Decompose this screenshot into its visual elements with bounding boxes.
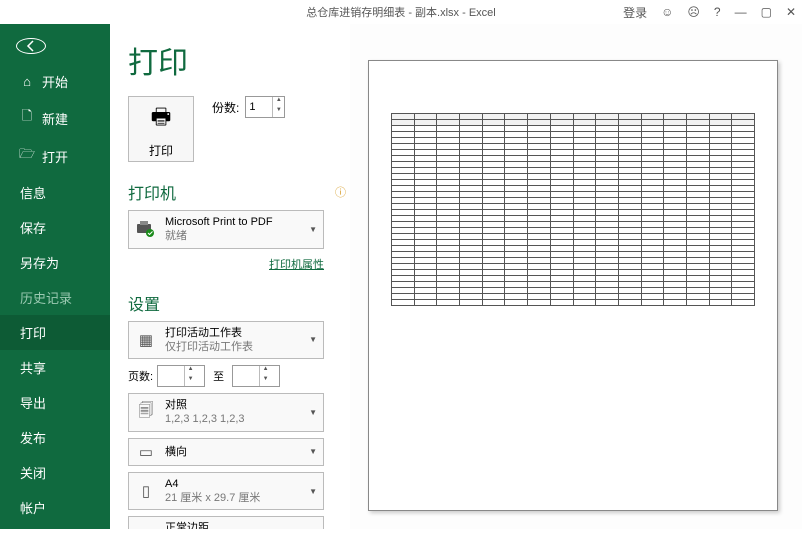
file-icon: 🗋	[20, 107, 34, 129]
pages-label: 页数:	[128, 368, 153, 384]
login-link[interactable]: 登录	[623, 4, 647, 21]
chevron-down-icon: ▼	[309, 335, 317, 344]
minimize-icon[interactable]: —	[735, 5, 747, 19]
printer-properties-link[interactable]: 打印机属性	[269, 259, 324, 271]
setting-paper[interactable]: ▯ A421 厘米 x 29.7 厘米 ▼	[128, 472, 324, 511]
sidebar-item-feedback[interactable]: 反馈	[0, 525, 110, 560]
copies-input[interactable]	[246, 97, 272, 117]
spin-down-icon[interactable]: ▼	[273, 107, 284, 117]
section-settings: 设置	[128, 291, 346, 315]
back-button[interactable]	[16, 38, 46, 54]
sidebar-item-account[interactable]: 帐户	[0, 490, 110, 525]
help-icon[interactable]: ?	[714, 5, 721, 19]
folder-open-icon: 🗁	[20, 145, 34, 167]
printer-dropdown[interactable]: Microsoft Print to PDF 就绪 ▼	[128, 210, 324, 249]
sidebar-item-new[interactable]: 🗋新建	[0, 99, 110, 137]
sheet-icon: ▦	[135, 331, 157, 349]
chevron-down-icon: ▼	[309, 447, 317, 456]
setting-collate[interactable]: 🗐 对照1,2,3 1,2,3 1,2,3 ▼	[128, 393, 324, 432]
copies-stepper[interactable]: ▲▼	[245, 96, 285, 118]
close-icon[interactable]: ✕	[786, 5, 796, 19]
sidebar-item-info[interactable]: 信息	[0, 175, 110, 210]
chevron-down-icon: ▼	[309, 408, 317, 417]
sidebar-item-open[interactable]: 🗁打开	[0, 137, 110, 175]
preview-table	[391, 113, 755, 306]
home-icon: ⌂	[20, 74, 34, 89]
sidebar-item-history[interactable]: 历史记录	[0, 280, 110, 315]
titlebar-controls: 登录 ☺ ☹ ? — ▢ ✕	[623, 4, 796, 21]
chevron-down-icon: ▼	[309, 225, 317, 234]
pages-to-label: 至	[209, 368, 228, 384]
face-smile-icon[interactable]: ☺	[661, 5, 673, 19]
print-settings-pane: 打印 🖶 打印 份数: ▲▼ 打印机 ⓘ	[110, 24, 350, 529]
sidebar-item-close[interactable]: 关闭	[0, 455, 110, 490]
sidebar-item-saveas[interactable]: 另存为	[0, 245, 110, 280]
collate-icon: 🗐	[135, 400, 157, 425]
preview-page	[368, 60, 778, 511]
page-icon: ▯	[135, 482, 157, 500]
setting-margins[interactable]: ⊞ 正常边距上: 1.91 厘米 下: 1.91 厘... ▼	[128, 516, 324, 529]
sidebar-item-export[interactable]: 导出	[0, 385, 110, 420]
print-preview	[350, 24, 802, 529]
chevron-down-icon: ▼	[309, 487, 317, 496]
sidebar-item-share[interactable]: 共享	[0, 350, 110, 385]
print-button[interactable]: 🖶 打印	[128, 96, 194, 162]
spin-up-icon[interactable]: ▲	[273, 97, 284, 107]
page-title: 打印	[128, 38, 346, 82]
page-from-stepper[interactable]: ▲▼	[157, 365, 205, 387]
landscape-icon: ▭	[135, 443, 157, 461]
printer-ready-icon	[135, 220, 157, 238]
sidebar-item-publish[interactable]: 发布	[0, 420, 110, 455]
page-from-input[interactable]	[158, 366, 184, 386]
page-to-input[interactable]	[233, 366, 259, 386]
sidebar-item-print[interactable]: 打印	[0, 315, 110, 350]
printer-icon: 🖶	[151, 100, 172, 138]
title-bar: 总仓库进销存明细表 - 副本.xlsx - Excel 登录 ☺ ☹ ? — ▢…	[0, 0, 802, 24]
page-to-stepper[interactable]: ▲▼	[232, 365, 280, 387]
setting-orientation[interactable]: ▭ 横向 ▼	[128, 438, 324, 466]
sidebar-item-start[interactable]: ⌂开始	[0, 64, 110, 99]
section-printer: 打印机 ⓘ	[128, 180, 346, 204]
sidebar-item-save[interactable]: 保存	[0, 210, 110, 245]
backstage-sidebar: ⌂开始 🗋新建 🗁打开 信息 保存 另存为 历史记录 打印 共享 导出 发布 关…	[0, 24, 110, 529]
face-sad-icon[interactable]: ☹	[687, 5, 700, 19]
setting-active-sheets[interactable]: ▦ 打印活动工作表仅打印活动工作表 ▼	[128, 321, 324, 360]
maximize-icon[interactable]: ▢	[761, 5, 772, 19]
info-icon[interactable]: ⓘ	[335, 184, 346, 200]
copies-label: 份数:	[212, 99, 239, 116]
